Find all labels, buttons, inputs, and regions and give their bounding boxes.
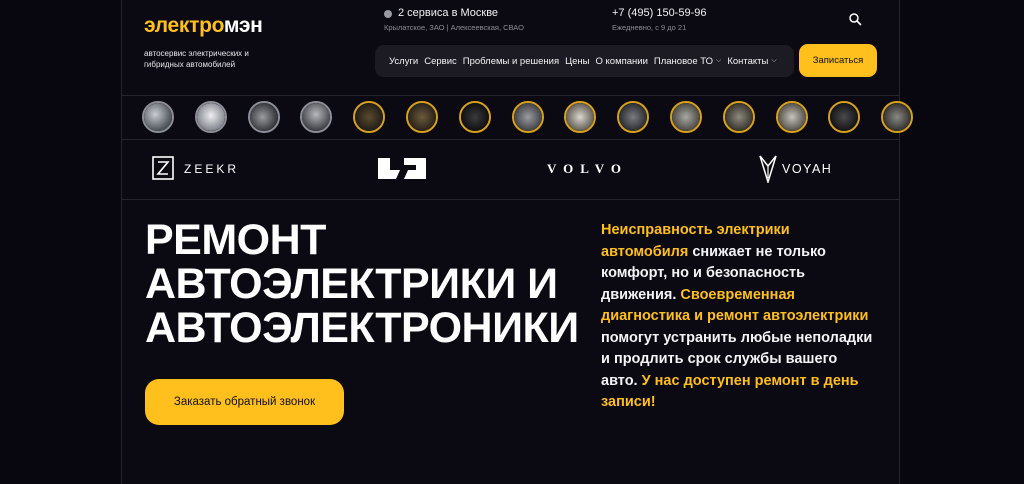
divider <box>122 95 900 96</box>
li-auto-logo[interactable] <box>376 153 428 183</box>
service-thumbnail[interactable] <box>828 101 861 133</box>
tagline: автосервис электрических и гибридных авт… <box>144 49 249 69</box>
hero-title-line: АВТОЭЛЕКТРОНИКИ <box>145 304 579 352</box>
service-thumbnail[interactable] <box>142 101 174 133</box>
volvo-logo[interactable]: VOLVO <box>546 153 652 183</box>
nav-item-uslugi[interactable]: Услуги <box>389 56 418 67</box>
nav-item-contacts[interactable]: Контакты ⌵ <box>727 56 776 67</box>
nav-item-maintenance[interactable]: Плановое ТО ⌵ <box>654 56 721 67</box>
service-thumbnail[interactable] <box>300 101 333 133</box>
phone-link[interactable]: +7 (495) 150-59-96 <box>612 7 706 19</box>
nav-item-label: Контакты <box>727 55 769 67</box>
zeekr-logo[interactable]: ZEEKR <box>152 153 247 183</box>
nav-item-about[interactable]: О компании <box>596 56 648 67</box>
svg-text:VOYAH: VOYAH <box>782 162 832 176</box>
nav-item-prices[interactable]: Цены <box>565 56 589 67</box>
divider <box>122 199 900 200</box>
signup-button[interactable]: Записаться <box>799 44 877 77</box>
location-dot-icon <box>384 10 392 18</box>
divider <box>122 139 900 140</box>
main-nav: Услуги Сервис Проблемы и решения Цены О … <box>375 45 794 77</box>
service-thumbnail[interactable] <box>881 101 914 133</box>
svg-text:VOLVO: VOLVO <box>547 161 628 176</box>
hero-title: РЕМОНТ АВТОЭЛЕКТРИКИ И АВТОЭЛЕКТРОНИКИ <box>145 218 585 350</box>
service-thumbnail[interactable] <box>564 101 597 133</box>
service-thumbnail[interactable] <box>511 101 544 133</box>
service-thumbnail[interactable] <box>458 101 491 133</box>
chevron-down-icon: ⌵ <box>771 57 777 64</box>
service-thumbnail[interactable] <box>353 101 386 133</box>
nav-item-label: Плановое ТО <box>653 55 714 67</box>
svg-text:ZEEKR: ZEEKR <box>184 162 239 176</box>
service-thumbnail[interactable] <box>669 101 702 133</box>
service-thumbnail[interactable] <box>775 101 808 133</box>
nav-item-servis[interactable]: Сервис <box>424 56 457 67</box>
location-title: 2 сервиса в Москве <box>398 7 499 19</box>
page: электромэн автосервис электрических и ги… <box>0 0 1024 484</box>
nav-item-label: Услуги <box>389 55 419 67</box>
service-thumbnails <box>142 101 934 133</box>
nav-item-label: Проблемы и решения <box>462 55 560 67</box>
voyah-logo[interactable]: VOYAH <box>758 153 836 183</box>
service-thumbnail[interactable] <box>194 101 227 133</box>
logo-part-1: электро <box>144 14 224 37</box>
chevron-down-icon: ⌵ <box>716 57 722 64</box>
working-hours: Ежедневно, с 9 до 21 <box>612 23 687 32</box>
search-icon[interactable] <box>848 12 862 26</box>
location-addresses: Крылатское, ЗАО | Алексеевская, СВАО <box>384 23 524 32</box>
service-thumbnail[interactable] <box>405 101 438 133</box>
nav-item-problems[interactable]: Проблемы и решения <box>463 56 559 67</box>
hero-title-line: РЕМОНТ <box>145 216 326 264</box>
logo-part-2: мэн <box>223 14 263 37</box>
nav-item-label: Цены <box>565 55 590 67</box>
service-thumbnail[interactable] <box>247 101 280 133</box>
nav-item-label: О компании <box>595 55 648 67</box>
nav-item-label: Сервис <box>424 55 457 67</box>
hero-title-line: АВТОЭЛЕКТРИКИ И <box>145 260 558 308</box>
logo[interactable]: электромэн <box>144 14 263 38</box>
hero-description: Неисправность электрики автомобиля снижа… <box>601 220 876 414</box>
service-thumbnail[interactable] <box>617 101 650 133</box>
callback-button[interactable]: Заказать обратный звонок <box>145 379 344 425</box>
service-thumbnail[interactable] <box>722 101 755 133</box>
